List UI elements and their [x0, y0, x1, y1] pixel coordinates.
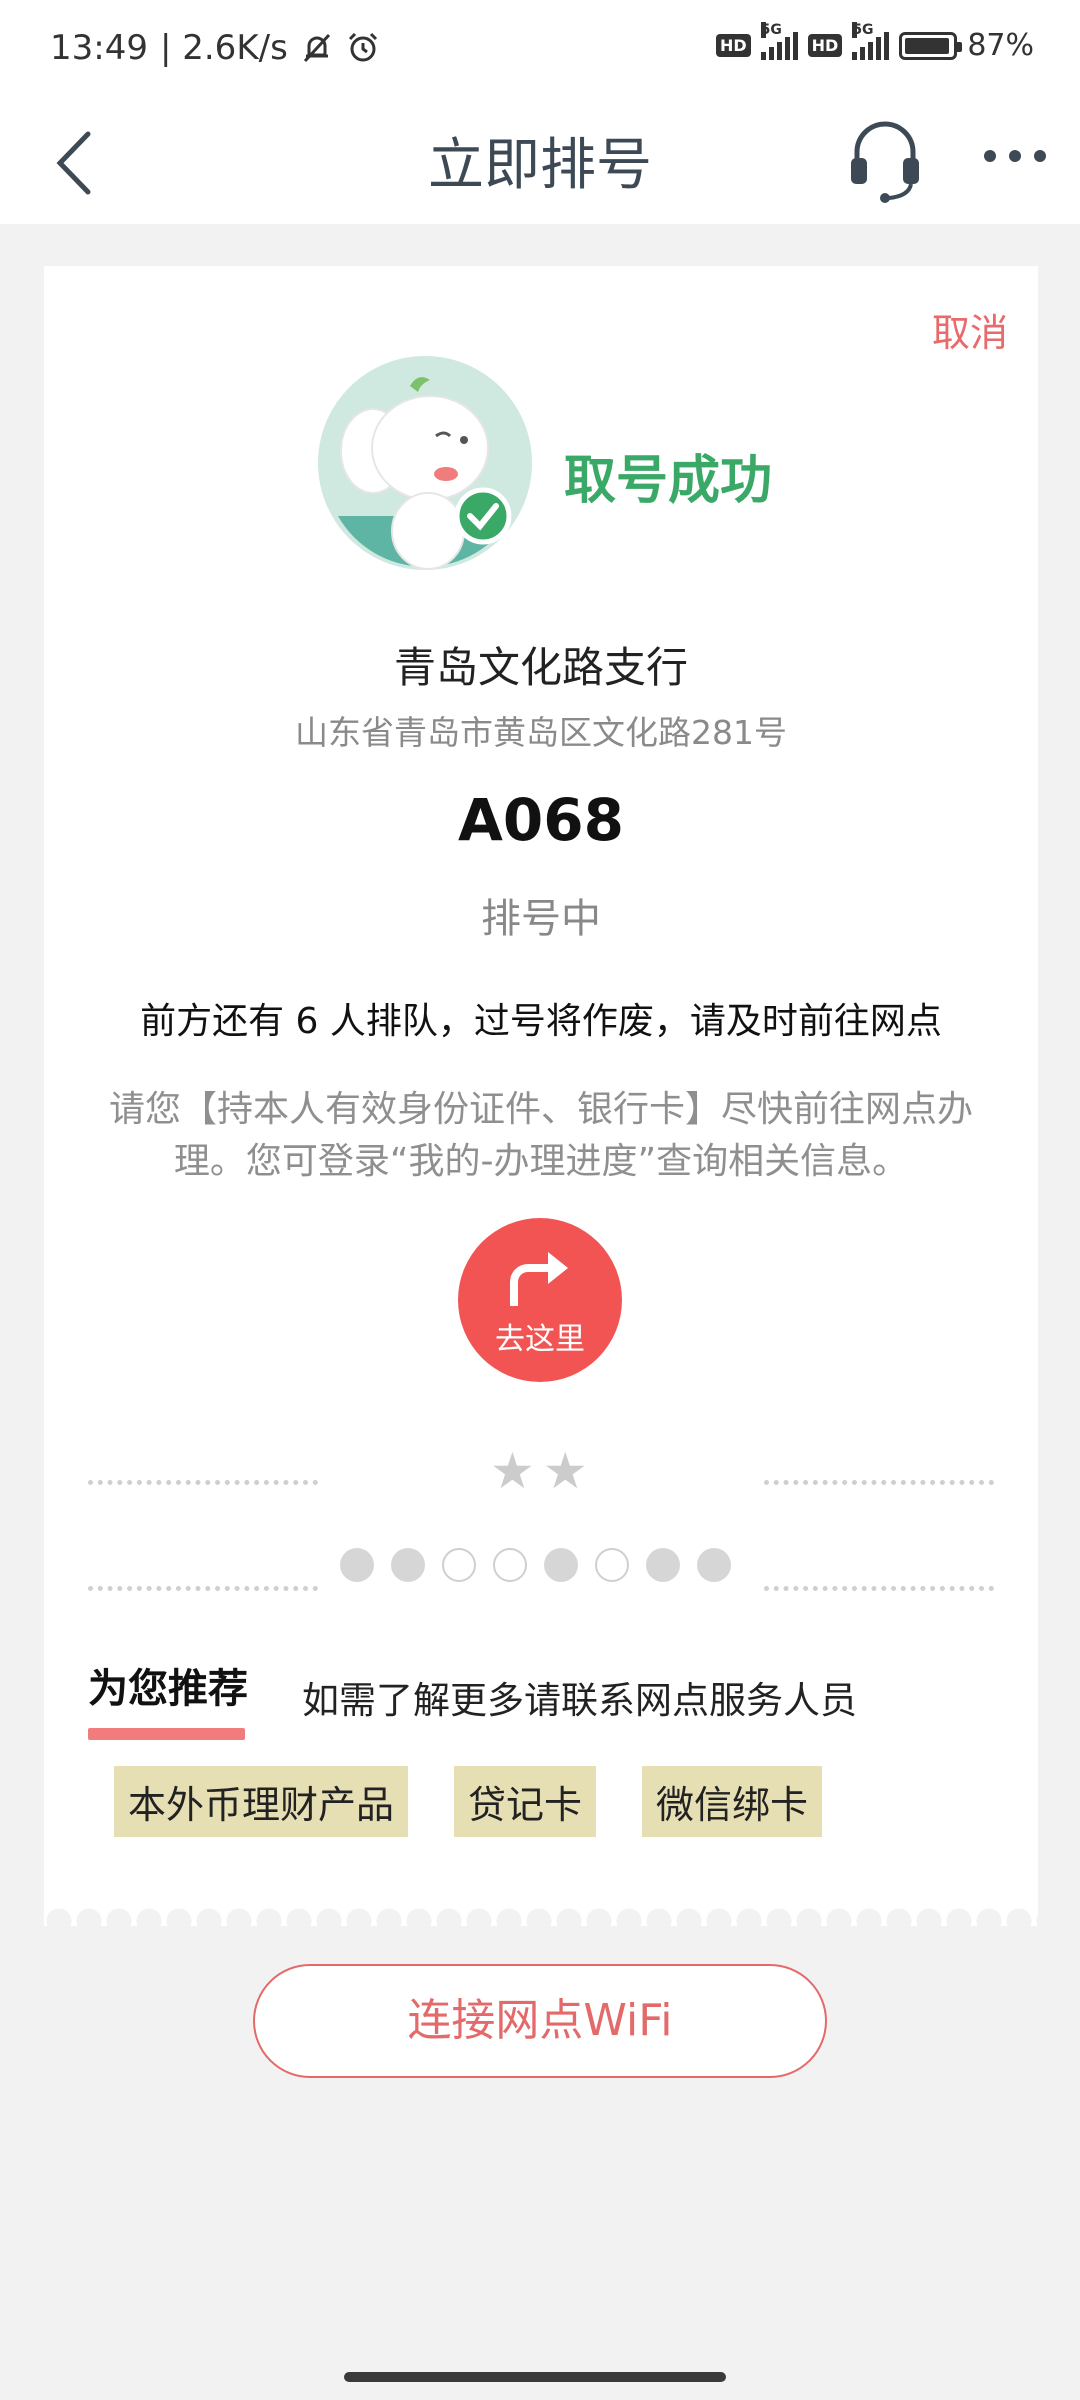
signal-icon: 5G [852, 21, 890, 60]
signal-icon: 5G [760, 21, 798, 60]
divider-dots [88, 1480, 318, 1485]
navigate-label: 去这里 [495, 1322, 585, 1357]
hd-badge: HD [715, 34, 751, 57]
status-left: 13:49 | 2.6K/s [50, 28, 380, 68]
mute-bell-icon [303, 33, 330, 63]
success-message: 取号成功 [564, 451, 773, 511]
queue-status: 排号中 [481, 896, 601, 942]
status-time: 13:49 [50, 28, 148, 68]
alarm-icon [348, 32, 377, 62]
recommend-title: 为您推荐 [88, 1666, 248, 1712]
customer-service-button[interactable] [845, 114, 925, 204]
network-type: 5G [760, 21, 782, 38]
navigate-button[interactable]: 去这里 [458, 1218, 622, 1382]
battery-icon [899, 31, 963, 60]
more-button[interactable] [980, 126, 1050, 186]
ticket-card: 取消 取号成功 青岛文化路支行 山东省青岛市黄岛区文化路281号 A068 排号… [44, 266, 1038, 1926]
recommend-tags: 本外币理财产品 贷记卡 微信绑卡 [114, 1766, 823, 1837]
recommend-hint: 如需了解更多请联系网点服务人员 [302, 1679, 857, 1722]
status-right: HD 5G HD 5G 87% [715, 21, 1034, 63]
recommend-underline [88, 1728, 245, 1740]
mascot-elephant-icon [318, 356, 532, 570]
home-indicator[interactable] [344, 2372, 726, 2382]
battery-percent: 87% [967, 28, 1034, 63]
ticket-number: A068 [458, 786, 624, 854]
connect-wifi-button[interactable]: 连接网点WiFi [253, 1964, 827, 2078]
divider-dots [88, 1586, 318, 1591]
divider-dots [764, 1586, 994, 1591]
status-bar: 13:49 | 2.6K/s HD 5G HD 5G 87% [0, 0, 1080, 100]
recommend-tag[interactable]: 微信绑卡 [642, 1766, 823, 1837]
turn-right-arrow-icon [510, 1252, 568, 1306]
status-speed: | 2.6K/s [159, 28, 288, 68]
star-divider: ★★ [490, 1442, 596, 1500]
decorative-circles [340, 1548, 731, 1582]
hd-badge: HD [807, 34, 843, 57]
network-type: 5G [852, 21, 874, 38]
ticket-bottom-edge [44, 1906, 1038, 1936]
branch-name: 青岛文化路支行 [393, 643, 688, 692]
branch-address: 山东省青岛市黄岛区文化路281号 [295, 713, 787, 752]
recommend-tag[interactable]: 本外币理财产品 [114, 1766, 409, 1837]
headset-icon [851, 121, 919, 203]
recommend-tag[interactable]: 贷记卡 [454, 1766, 597, 1837]
queue-info: 前方还有 6 人排队，过号将作废，请及时前往网点 [140, 1001, 942, 1042]
divider-dots [764, 1480, 994, 1485]
nav-bar: 立即排号 [0, 100, 1080, 224]
cancel-button[interactable]: 取消 [932, 302, 1008, 357]
notice-text: 请您【持本人有效身份证件、银行卡】尽快前往网点办理。您可登录“我的-办理进度”查… [108, 1089, 973, 1182]
